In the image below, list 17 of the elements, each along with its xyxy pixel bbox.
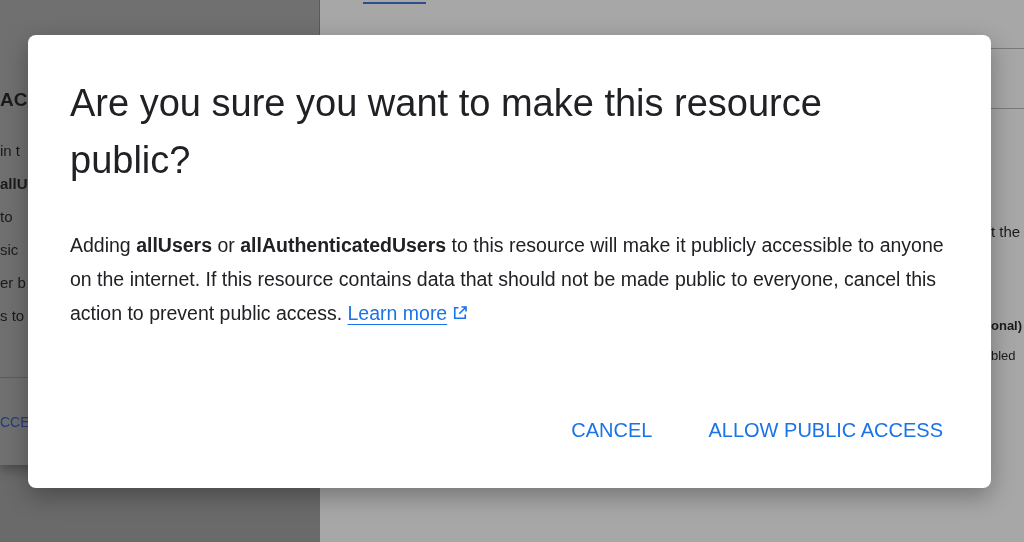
- panel-text: er b: [0, 273, 26, 293]
- panel-heading: AC: [0, 88, 28, 112]
- panel-text: to: [0, 207, 13, 227]
- panel-text: sic: [0, 240, 19, 260]
- learn-more-link[interactable]: Learn more: [347, 296, 470, 330]
- panel-text: allU: [0, 174, 28, 194]
- panel-text: onal): [990, 317, 1024, 335]
- allow-button[interactable]: ALLOW PUBLIC ACCESS: [692, 410, 959, 450]
- panel-text: bled: [990, 347, 1017, 365]
- cancel-button[interactable]: CANCEL: [555, 410, 669, 450]
- panel-text: in t: [0, 141, 20, 161]
- panel-text: s to: [0, 306, 25, 326]
- dialog-title: Are you sure you want to make this resource public?: [70, 81, 823, 183]
- tab-indicator: [363, 2, 426, 4]
- external-link-icon: [451, 304, 470, 322]
- dialog-message: Adding allUsers or allAuthenticatedUsers to this resource will make it publicly accessible to anyone on the internet. If this resource contains data that should not be made public to everyone, cancel this action to prevent public access. Learn more: [70, 228, 955, 330]
- panel-text: t the: [990, 222, 1022, 242]
